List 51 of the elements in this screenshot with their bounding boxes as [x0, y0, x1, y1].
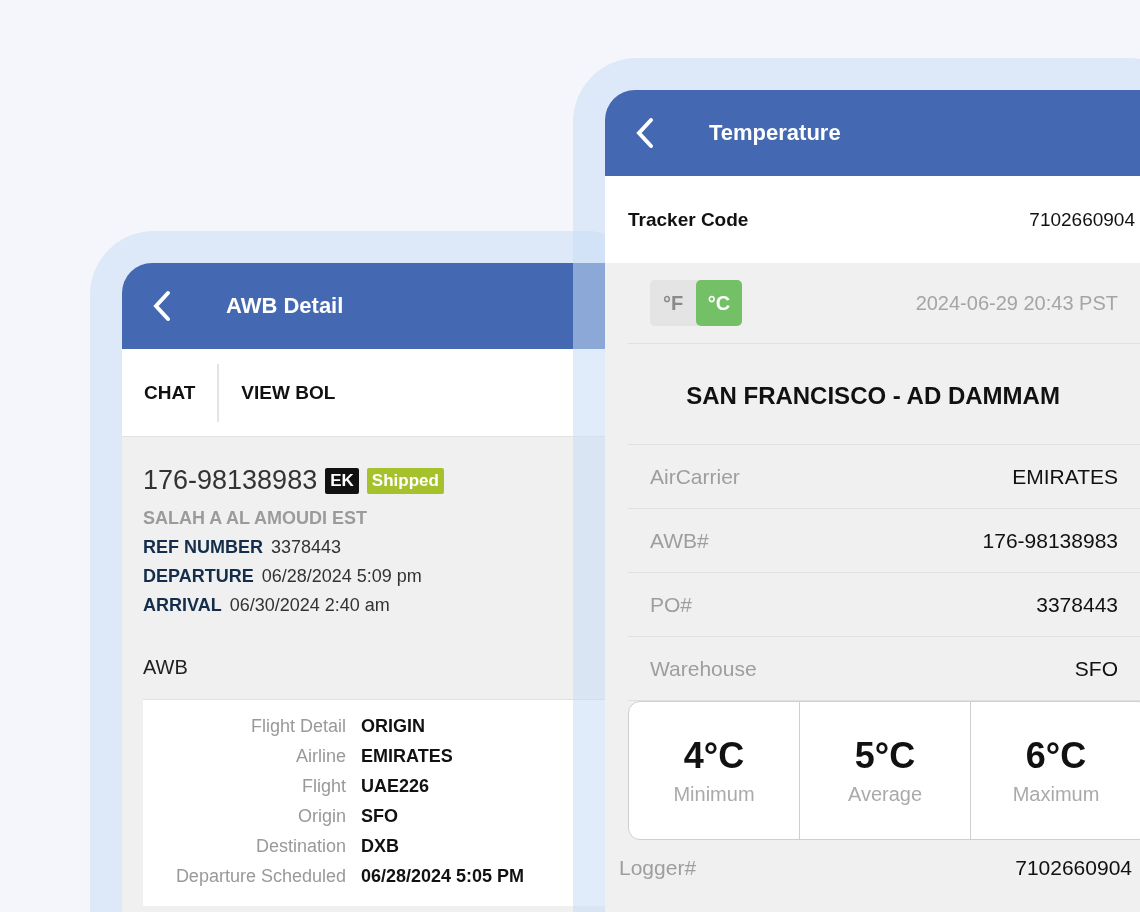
detail-value: EMIRATES — [361, 746, 453, 767]
detail-value: 06/28/2024 5:05 PM — [361, 866, 525, 887]
detail-label: Airline — [294, 746, 347, 767]
logger-value: 7102660904 — [1015, 856, 1132, 880]
detail-label: Warehouse — [650, 656, 757, 681]
chevron-left-icon — [635, 117, 655, 149]
field-value: 06/30/2024 2:40 am — [229, 595, 390, 616]
detail-label: Flight Detail — [249, 716, 347, 737]
action-button[interactable]: VIEW BOL — [217, 363, 336, 422]
status-tag: Shipped — [366, 467, 444, 494]
detail-label: Origin — [297, 806, 347, 827]
detail-value: UAE226 — [361, 776, 430, 797]
tracker-value: 7102660904 — [1029, 208, 1135, 231]
chevron-left-icon — [152, 290, 172, 322]
temperature-value: 6°C — [1025, 735, 1087, 777]
detail-value: ORIGIN — [361, 716, 425, 737]
detail-value: DXB — [361, 836, 399, 857]
temperature-value: 4°C — [683, 735, 745, 777]
field-label: ARRIVAL — [143, 595, 222, 616]
detail-value: 3378443 — [1036, 592, 1118, 617]
awb-number: 176-98138983 — [143, 465, 318, 496]
temperature-label: Average — [847, 783, 923, 806]
detail-label: PO# — [650, 592, 693, 617]
detail-label: Departure Scheduled — [174, 866, 347, 887]
temperature-value: 5°C — [854, 735, 916, 777]
section-title: AWB — [143, 656, 189, 679]
field-label: REF NUMBER — [143, 537, 263, 558]
detail-label: Flight — [301, 776, 347, 797]
detail-label: AWB# — [650, 528, 709, 553]
action-button[interactable]: CHAT — [122, 363, 196, 422]
detail-label: AirCarrier — [650, 464, 740, 489]
tracker-label: Tracker Code — [628, 208, 749, 231]
field-value: 06/28/2024 5:09 pm — [261, 566, 422, 587]
company-name: SALAH A AL AMOUDI EST — [143, 508, 368, 529]
temperature-label: Minimum — [673, 783, 755, 806]
screen-title: Temperature — [709, 120, 841, 146]
detail-value: 176-98138983 — [982, 528, 1118, 553]
detail-value: EMIRATES — [1012, 464, 1118, 489]
detail-value: SFO — [361, 806, 398, 827]
field-label: DEPARTURE — [143, 566, 254, 587]
back-button[interactable] — [635, 117, 655, 149]
detail-value: SFO — [1074, 656, 1118, 681]
route-title: SAN FRANCISCO - AD DAMMAM — [628, 344, 1140, 445]
detail-label: Destination — [254, 836, 347, 857]
logger-label: Logger# — [619, 856, 697, 880]
screen-title: AWB Detail — [226, 293, 344, 319]
back-button[interactable] — [152, 290, 172, 322]
status-tag: EK — [325, 467, 359, 494]
temperature-label: Maximum — [1012, 783, 1100, 806]
timestamp: 2024-06-29 20:43 PST — [915, 291, 1118, 315]
field-value: 3378443 — [271, 537, 342, 558]
